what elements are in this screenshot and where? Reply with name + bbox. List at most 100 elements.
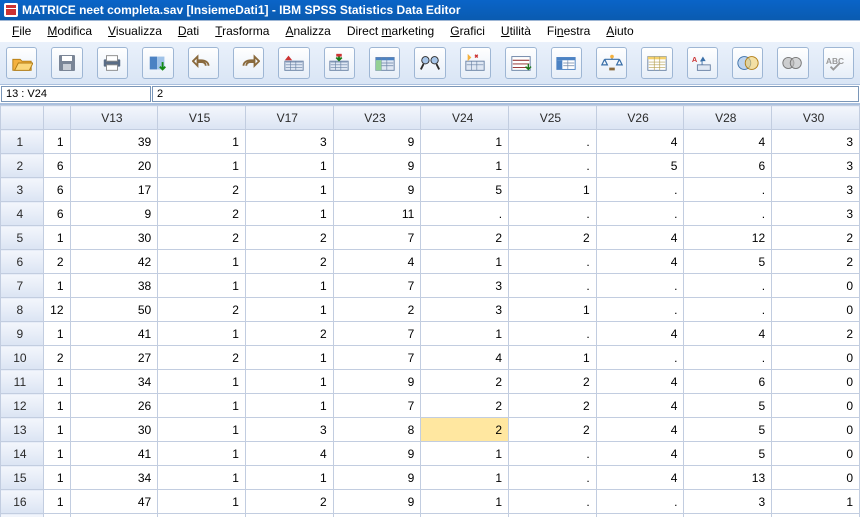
row-header[interactable]: 10 [1, 346, 44, 370]
col-header[interactable]: V28 [684, 106, 772, 130]
data-cell[interactable]: 30 [70, 226, 158, 250]
undo-icon[interactable] [188, 47, 219, 79]
data-cell[interactable]: 4 [596, 466, 684, 490]
data-cell[interactable]: 1 [158, 466, 246, 490]
data-cell[interactable]: 2 [333, 298, 421, 322]
data-cell[interactable]: 0 [772, 442, 860, 466]
menu-directmarketing[interactable]: Direct marketing [339, 24, 442, 38]
data-cell[interactable]: 9 [333, 490, 421, 514]
data-cell[interactable]: . [509, 250, 597, 274]
data-cell[interactable]: 1 [245, 394, 333, 418]
data-cell[interactable]: 4 [245, 442, 333, 466]
data-cell[interactable]: 4 [684, 130, 772, 154]
row-header[interactable]: 13 [1, 418, 44, 442]
data-cell[interactable]: 1 [421, 322, 509, 346]
data-cell[interactable]: 5 [684, 394, 772, 418]
col-header[interactable]: V30 [772, 106, 860, 130]
data-cell[interactable]: 2 [509, 226, 597, 250]
data-cell[interactable]: 1 [509, 298, 597, 322]
data-cell[interactable]: 2 [158, 178, 246, 202]
data-cell[interactable]: 1 [158, 418, 246, 442]
data-cell[interactable]: 9 [333, 466, 421, 490]
data-cell[interactable]: 0 [772, 466, 860, 490]
data-cell[interactable]: 4 [596, 442, 684, 466]
data-cell[interactable]: 1 [772, 490, 860, 514]
data-cell[interactable]: 1 [421, 466, 509, 490]
data-cell[interactable]: 9 [333, 154, 421, 178]
data-cell[interactable]: 2 [772, 226, 860, 250]
data-cell[interactable]: 9 [333, 130, 421, 154]
data-cell[interactable]: 41 [70, 442, 158, 466]
row-header[interactable]: 7 [1, 274, 44, 298]
menu-trasforma[interactable]: Trasforma [207, 24, 277, 38]
data-cell[interactable]: 1 [43, 490, 70, 514]
data-cell[interactable]: 1 [245, 274, 333, 298]
data-cell[interactable]: 2 [421, 418, 509, 442]
data-cell[interactable]: 42 [70, 250, 158, 274]
row-header[interactable]: 3 [1, 178, 44, 202]
recall-dialog-icon[interactable] [142, 47, 173, 79]
data-cell[interactable]: 2 [421, 226, 509, 250]
data-cell[interactable]: 4 [333, 250, 421, 274]
cell-value-box[interactable]: 2 [152, 86, 859, 102]
data-cell[interactable]: 0 [772, 394, 860, 418]
row-header[interactable]: 2 [1, 154, 44, 178]
weight-cases-icon[interactable] [596, 47, 627, 79]
data-cell[interactable]: 20 [70, 154, 158, 178]
row-header[interactable]: 4 [1, 202, 44, 226]
data-cell[interactable]: 9 [333, 370, 421, 394]
data-cell[interactable]: 2 [158, 298, 246, 322]
menu-utilita[interactable]: Utilità [493, 24, 539, 38]
data-cell[interactable]: 1 [245, 298, 333, 322]
select-cases-icon[interactable] [641, 47, 672, 79]
data-cell[interactable]: . [509, 322, 597, 346]
data-cell[interactable]: 4 [421, 346, 509, 370]
data-cell[interactable]: 2 [158, 202, 246, 226]
data-cell[interactable]: 2 [509, 394, 597, 418]
data-cell[interactable]: . [509, 466, 597, 490]
open-icon[interactable] [6, 47, 37, 79]
data-cell[interactable]: 2 [43, 346, 70, 370]
data-cell[interactable]: 6 [43, 178, 70, 202]
data-cell[interactable]: 4 [596, 394, 684, 418]
data-cell[interactable]: . [596, 298, 684, 322]
data-cell[interactable]: 1 [43, 130, 70, 154]
data-cell[interactable]: 1 [43, 418, 70, 442]
data-cell[interactable]: 7 [333, 274, 421, 298]
data-cell[interactable]: 1 [43, 370, 70, 394]
data-cell[interactable]: 1 [245, 466, 333, 490]
row-header[interactable]: 6 [1, 250, 44, 274]
data-cell[interactable]: 1 [43, 322, 70, 346]
data-cell[interactable]: 41 [70, 322, 158, 346]
data-cell[interactable]: 1 [245, 346, 333, 370]
data-cell[interactable]: 2 [509, 370, 597, 394]
data-cell[interactable]: 1 [245, 154, 333, 178]
spellcheck-icon[interactable]: ABC [823, 47, 854, 79]
data-cell[interactable]: 1 [43, 394, 70, 418]
data-cell[interactable]: 1 [421, 130, 509, 154]
data-cell[interactable]: 2 [245, 322, 333, 346]
data-cell[interactable]: 1 [772, 514, 860, 517]
data-cell[interactable]: 3 [421, 274, 509, 298]
data-cell[interactable]: 47 [70, 490, 158, 514]
data-cell[interactable]: 7 [333, 322, 421, 346]
data-cell[interactable]: 2 [245, 226, 333, 250]
data-cell[interactable]: 17 [70, 178, 158, 202]
data-cell[interactable]: 2 [158, 226, 246, 250]
data-cell[interactable]: . [596, 514, 684, 517]
data-cell[interactable]: 5 [421, 178, 509, 202]
data-cell[interactable]: . [684, 178, 772, 202]
data-cell[interactable]: . [509, 154, 597, 178]
data-cell[interactable]: 1 [43, 466, 70, 490]
data-cell[interactable]: . [596, 178, 684, 202]
data-cell[interactable]: . [684, 346, 772, 370]
menu-file[interactable]: File [4, 24, 39, 38]
data-cell[interactable]: . [684, 274, 772, 298]
data-cell[interactable]: 1 [509, 514, 597, 517]
data-cell[interactable]: 6 [684, 154, 772, 178]
variables-icon[interactable] [369, 47, 400, 79]
data-cell[interactable]: 9 [70, 202, 158, 226]
row-header[interactable]: 12 [1, 394, 44, 418]
data-cell[interactable]: 1 [509, 346, 597, 370]
data-cell[interactable]: 6 [684, 370, 772, 394]
